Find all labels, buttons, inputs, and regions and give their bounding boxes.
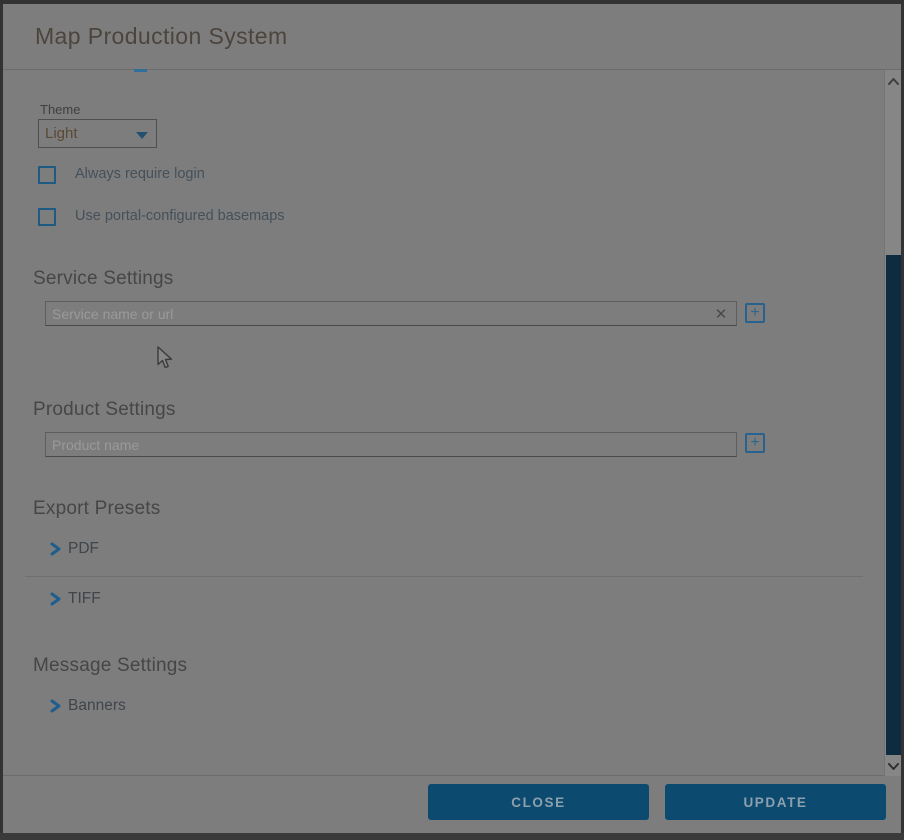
always-require-login-checkbox[interactable] xyxy=(38,166,56,184)
add-product-button[interactable]: + xyxy=(745,433,765,453)
close-button[interactable]: CLOSE xyxy=(428,784,649,820)
clear-icon[interactable]: ✕ xyxy=(710,303,732,325)
service-settings-heading: Service Settings xyxy=(33,268,174,290)
checkbox-label[interactable]: Always require login xyxy=(75,166,205,182)
checkbox-label[interactable]: Use portal-configured basemaps xyxy=(75,208,285,224)
window-border xyxy=(0,0,904,4)
chevron-right-icon xyxy=(50,699,61,713)
expander-label: PDF xyxy=(68,540,99,558)
map-production-system-dialog: Map Production System Theme Light Always… xyxy=(0,0,904,840)
update-button[interactable]: UPDATE xyxy=(665,784,886,820)
portal-basemaps-row: Use portal-configured basemaps xyxy=(38,208,285,226)
footer-divider xyxy=(0,775,904,776)
window-border xyxy=(0,833,904,840)
product-name-input[interactable] xyxy=(45,432,737,457)
window-border xyxy=(0,0,3,840)
expander-pdf[interactable]: PDF xyxy=(50,540,99,558)
page-title: Map Production System xyxy=(35,23,288,50)
theme-select-value: Light xyxy=(45,125,78,142)
expander-banners[interactable]: Banners xyxy=(50,697,126,715)
scroll-down-icon[interactable] xyxy=(886,758,901,774)
export-presets-heading: Export Presets xyxy=(33,498,160,520)
scrolled-element-edge xyxy=(134,69,147,72)
expander-label: TIFF xyxy=(68,590,101,608)
scrollbar-thumb[interactable] xyxy=(886,255,901,755)
theme-select[interactable]: Light xyxy=(38,119,157,148)
expander-tiff[interactable]: TIFF xyxy=(50,590,101,608)
caret-down-icon xyxy=(136,132,148,139)
theme-label: Theme xyxy=(40,102,80,117)
add-service-button[interactable]: + xyxy=(745,303,765,323)
message-settings-heading: Message Settings xyxy=(33,655,187,677)
portal-basemaps-checkbox[interactable] xyxy=(38,208,56,226)
preset-divider xyxy=(25,576,863,577)
vertical-scrollbar[interactable] xyxy=(884,70,901,776)
scroll-up-icon[interactable] xyxy=(886,73,901,89)
always-require-login-row: Always require login xyxy=(38,166,205,184)
chevron-right-icon xyxy=(50,542,61,556)
expander-label: Banners xyxy=(68,697,126,715)
service-name-input[interactable] xyxy=(45,301,737,326)
mouse-cursor xyxy=(157,346,174,370)
product-settings-heading: Product Settings xyxy=(33,399,176,421)
chevron-right-icon xyxy=(50,592,61,606)
